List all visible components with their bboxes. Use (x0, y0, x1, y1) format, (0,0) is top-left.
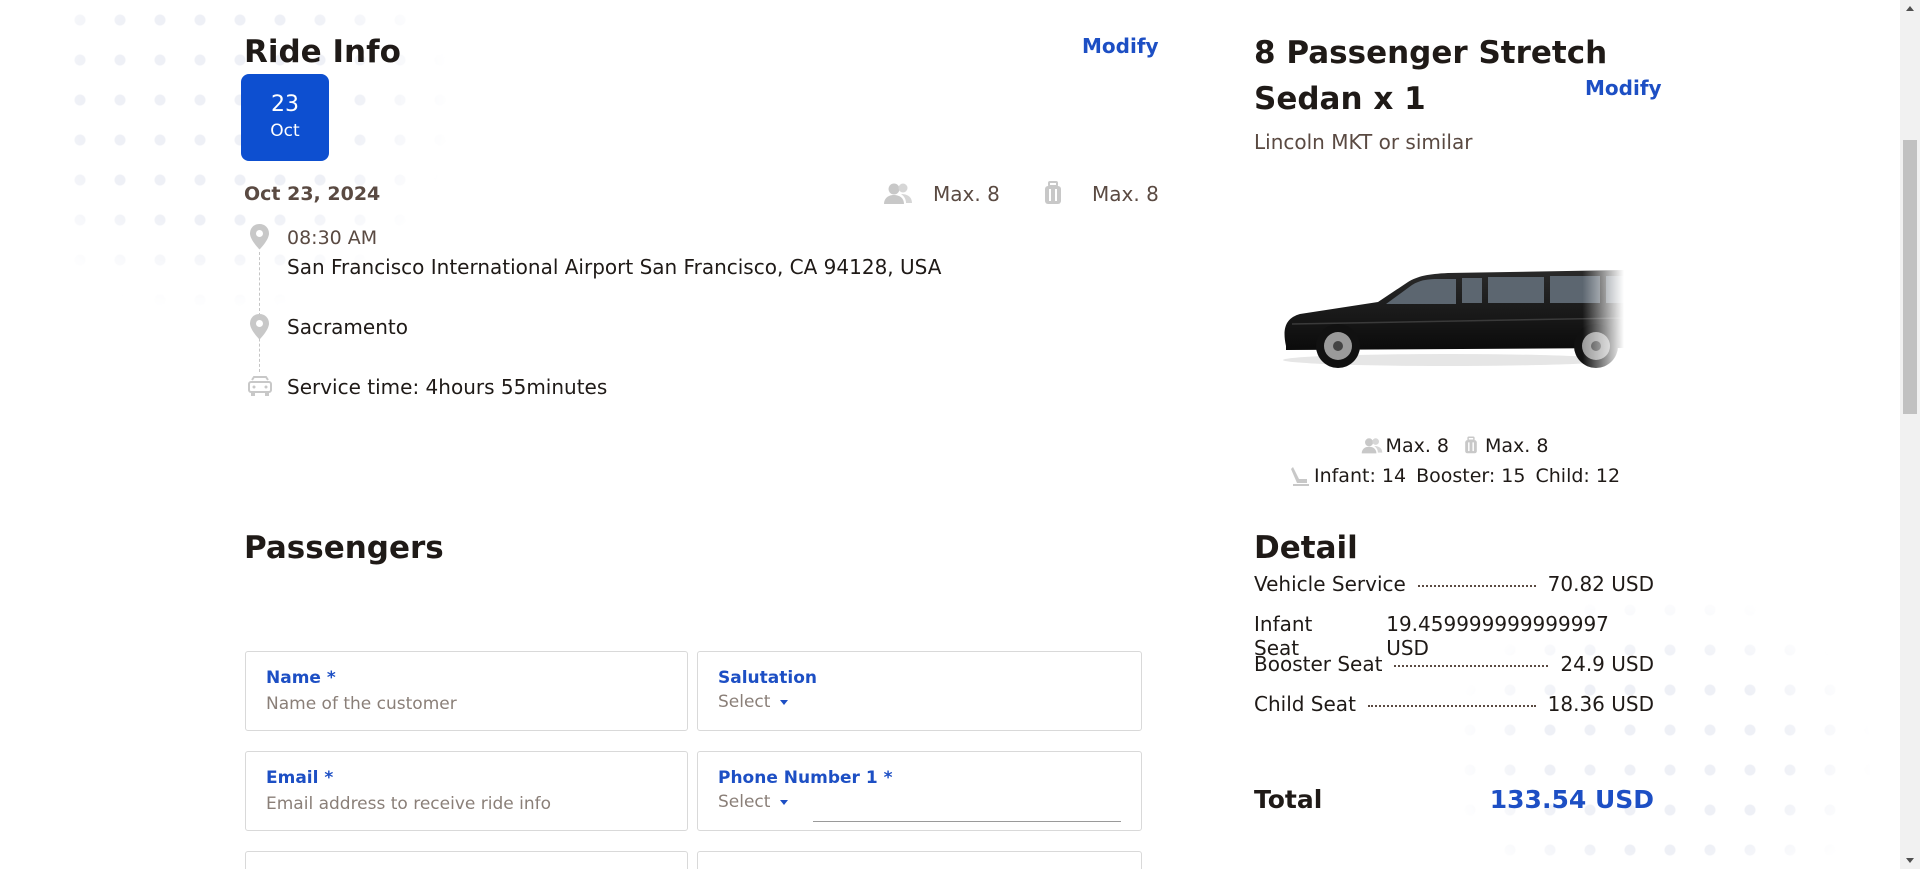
luggage-icon (1459, 435, 1483, 457)
total-label: Total (1254, 785, 1323, 814)
location-pin-icon (247, 223, 272, 251)
total-value: 133.54 USD (1489, 785, 1654, 814)
passengers-icon (1360, 435, 1384, 457)
scroll-up-arrow-icon[interactable] (1906, 6, 1914, 11)
price-detail-list: Vehicle Service 70.82 USD Infant Seat 19… (1254, 572, 1654, 732)
salutation-select[interactable]: Select (718, 692, 789, 712)
salutation-field[interactable]: Salutation Select (697, 651, 1142, 731)
price-line-label: Vehicle Service (1254, 572, 1406, 596)
infant-seat-count: Infant: 14 (1313, 465, 1407, 487)
dotted-leader (1394, 665, 1549, 667)
ride-date: Oct 23, 2024 (244, 183, 381, 205)
vehicle-title: 8 Passenger Stretch Sedan x 1 (1254, 35, 1608, 117)
price-line-infant-seat: Infant Seat 19.459999999999997 USD (1254, 612, 1654, 660)
pickup-address: San Francisco International Airport San … (287, 255, 942, 279)
pickup-time: 08:30 AM (287, 227, 378, 249)
child-seat-count: Child: 12 (1535, 465, 1621, 487)
price-line-value: 70.82 USD (1547, 572, 1654, 596)
email-input[interactable]: Email address to receive ride info (266, 794, 667, 814)
car-icon (247, 375, 272, 403)
date-badge-month: Oct (270, 121, 300, 141)
date-badge: 23 Oct (241, 74, 329, 161)
vehicle-image (1278, 258, 1624, 370)
phone-label: Phone Number 1 * (718, 768, 893, 788)
email-label: Email * (266, 768, 334, 788)
phone-code-select-value: Select (718, 792, 771, 812)
destination: Sacramento (287, 315, 408, 339)
name-input[interactable]: Name of the customer (266, 694, 667, 714)
max-luggage: Max. 8 (1042, 181, 1159, 207)
modify-ride-button[interactable]: Modify (1082, 34, 1159, 58)
vehicle-capacity: Max. 8 Max. 8 Infant: 14 Booster: 15 Chi… (1254, 431, 1654, 491)
car-seat-icon (1288, 465, 1312, 487)
email-field[interactable]: Email * Email address to receive ride in… (245, 751, 688, 831)
scroll-down-arrow-icon[interactable] (1906, 858, 1914, 863)
location-pin-icon (247, 313, 272, 341)
chevron-down-icon (780, 799, 789, 805)
page-scrollbar[interactable] (1900, 0, 1920, 869)
vehicle-subtitle: Lincoln MKT or similar (1254, 130, 1473, 154)
price-line-value: 24.9 USD (1560, 652, 1654, 676)
salutation-select-value: Select (718, 692, 771, 712)
passengers-icon (883, 181, 913, 207)
service-time: Service time: 4hours 55minutes (287, 375, 608, 399)
scrollbar-thumb[interactable] (1903, 140, 1917, 414)
ride-info-title: Ride Info (244, 34, 401, 70)
price-line-label: Booster Seat (1254, 652, 1383, 676)
additional-field-right[interactable] (697, 851, 1142, 869)
detail-title: Detail (1254, 530, 1358, 566)
additional-field-left[interactable] (245, 851, 688, 869)
booster-seat-count: Booster: 15 (1416, 465, 1526, 487)
phone-code-select[interactable]: Select (718, 792, 789, 812)
price-line-child-seat: Child Seat 18.36 USD (1254, 692, 1654, 732)
passengers-title: Passengers (244, 530, 444, 566)
vehicle-max-passengers: Max. 8 (1385, 435, 1449, 457)
luggage-icon (1042, 181, 1072, 207)
date-badge-day: 23 (271, 92, 299, 117)
max-luggage-label: Max. 8 (1092, 182, 1159, 206)
price-line-value: 18.36 USD (1547, 692, 1654, 716)
route-timeline-line (259, 252, 260, 372)
vehicle-max-luggage: Max. 8 (1485, 435, 1549, 457)
phone-field[interactable]: Phone Number 1 * Select (697, 751, 1142, 831)
max-passengers: Max. 8 (883, 181, 1000, 207)
price-line-label: Child Seat (1254, 692, 1356, 716)
name-label: Name * (266, 668, 336, 688)
price-total: Total 133.54 USD (1254, 785, 1654, 814)
phone-number-input[interactable] (813, 800, 1121, 822)
price-line-vehicle-service: Vehicle Service 70.82 USD (1254, 572, 1654, 612)
salutation-label: Salutation (718, 668, 817, 688)
chevron-down-icon (780, 699, 789, 705)
max-passengers-label: Max. 8 (933, 182, 1000, 206)
dotted-leader (1367, 705, 1536, 707)
name-field[interactable]: Name * Name of the customer (245, 651, 688, 731)
modify-vehicle-button[interactable]: Modify (1585, 76, 1662, 100)
dotted-leader (1417, 585, 1536, 587)
